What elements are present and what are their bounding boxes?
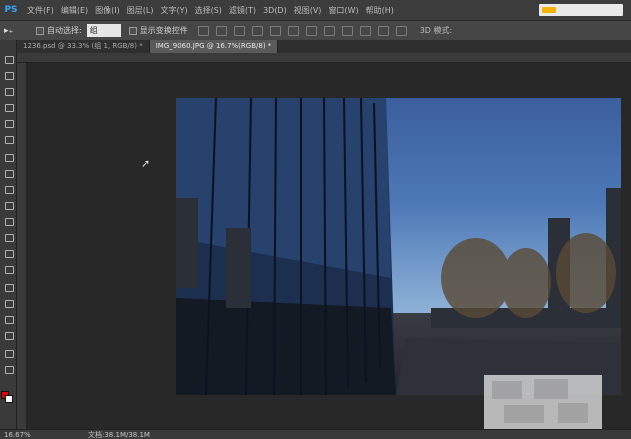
- eyedropper-icon[interactable]: [3, 134, 14, 144]
- brush-icon[interactable]: [3, 168, 14, 178]
- quick-select-icon[interactable]: [3, 102, 14, 112]
- menu-image[interactable]: 图像(I): [95, 5, 120, 16]
- hand-icon[interactable]: [3, 348, 14, 358]
- auto-select-checkbox[interactable]: [36, 26, 44, 35]
- menu-bar: PS 文件(F) 编辑(E) 图像(I) 图层(L) 文字(Y) 选择(S) 滤…: [0, 0, 631, 20]
- eraser-icon[interactable]: [3, 216, 14, 226]
- distribute-top-icon[interactable]: [305, 25, 317, 36]
- distribute-bottom-icon[interactable]: [341, 25, 353, 36]
- menu-view[interactable]: 视图(V): [294, 5, 322, 16]
- move-tool-preset-icon[interactable]: ▸₊: [4, 26, 28, 36]
- menu-file[interactable]: 文件(F): [27, 5, 54, 16]
- distribute-vcenter-icon[interactable]: [323, 25, 335, 36]
- pen-icon[interactable]: [3, 282, 14, 292]
- 3d-mode-label: 3D 模式:: [419, 26, 453, 35]
- highlight-icon: [542, 7, 556, 13]
- clone-stamp-icon[interactable]: [3, 184, 14, 194]
- image-glass-facade: [176, 98, 621, 395]
- align-hcenter-icon[interactable]: [269, 25, 281, 36]
- blur-icon[interactable]: [3, 248, 14, 258]
- align-vcenter-icon[interactable]: [215, 25, 227, 36]
- ruler-horizontal[interactable]: [17, 53, 631, 63]
- gradient-icon[interactable]: [3, 232, 14, 242]
- crop-icon[interactable]: [3, 118, 14, 128]
- document-tabs: 1236.psd @ 33.3% (组 1, RGB/8) * IMG_9060…: [17, 40, 631, 53]
- align-top-icon[interactable]: [197, 25, 209, 36]
- lasso-icon[interactable]: [3, 86, 14, 96]
- path-select-icon[interactable]: [3, 314, 14, 324]
- tab-document-2[interactable]: IMG_9060.JPG @ 16.7%(RGB/8) *: [149, 40, 279, 53]
- background-color-swatch[interactable]: [5, 395, 13, 403]
- photoshop-logo: PS: [4, 5, 18, 15]
- move-icon[interactable]: [3, 54, 14, 64]
- zoom-level[interactable]: 16.67%: [4, 431, 40, 439]
- ruler-vertical[interactable]: [17, 63, 27, 429]
- distribute-right-icon[interactable]: [395, 25, 407, 36]
- show-transform-checkbox[interactable]: [128, 26, 137, 35]
- options-bar: ▸₊ 自动选择: 组 显示变换控件 3D 模式:: [0, 20, 631, 40]
- menu-filter[interactable]: 滤镜(T): [229, 5, 256, 16]
- zoom-icon[interactable]: [3, 364, 14, 374]
- align-left-icon[interactable]: [251, 25, 263, 36]
- auto-select-dropdown[interactable]: 组: [86, 24, 121, 37]
- status-bar: 16.67% 文档:38.1M/38.1M: [0, 429, 631, 439]
- document-size: 文档:38.1M/38.1M: [88, 430, 150, 439]
- menu-layer[interactable]: 图层(L): [127, 5, 154, 16]
- type-icon[interactable]: [3, 298, 14, 308]
- window-controls[interactable]: [539, 4, 623, 16]
- marquee-icon[interactable]: [3, 70, 14, 80]
- tools-panel: [0, 40, 17, 429]
- move-cursor-icon: ➚: [141, 157, 151, 170]
- align-bottom-icon[interactable]: [233, 25, 245, 36]
- menu-window[interactable]: 窗口(W): [328, 5, 358, 16]
- menu-3d[interactable]: 3D(D): [263, 6, 287, 15]
- watermark-overlay: [484, 375, 602, 429]
- align-right-icon[interactable]: [287, 25, 299, 36]
- history-brush-icon[interactable]: [3, 200, 14, 210]
- document-image[interactable]: [176, 98, 621, 395]
- healing-brush-icon[interactable]: [3, 152, 14, 162]
- show-transform-label: 显示变换控件: [139, 26, 188, 35]
- menu-help[interactable]: 帮助(H): [366, 5, 394, 16]
- dodge-icon[interactable]: [3, 264, 14, 274]
- menu-edit[interactable]: 编辑(E): [61, 5, 88, 16]
- align-distribute-group: [197, 25, 414, 36]
- distribute-hcenter-icon[interactable]: [377, 25, 389, 36]
- auto-select-label: 自动选择:: [47, 26, 82, 35]
- menu-select[interactable]: 选择(S): [195, 5, 222, 16]
- distribute-left-icon[interactable]: [359, 25, 371, 36]
- shape-icon[interactable]: [3, 330, 14, 340]
- menu-type[interactable]: 文字(Y): [160, 5, 187, 16]
- tab-document-1[interactable]: 1236.psd @ 33.3% (组 1, RGB/8) *: [17, 40, 150, 53]
